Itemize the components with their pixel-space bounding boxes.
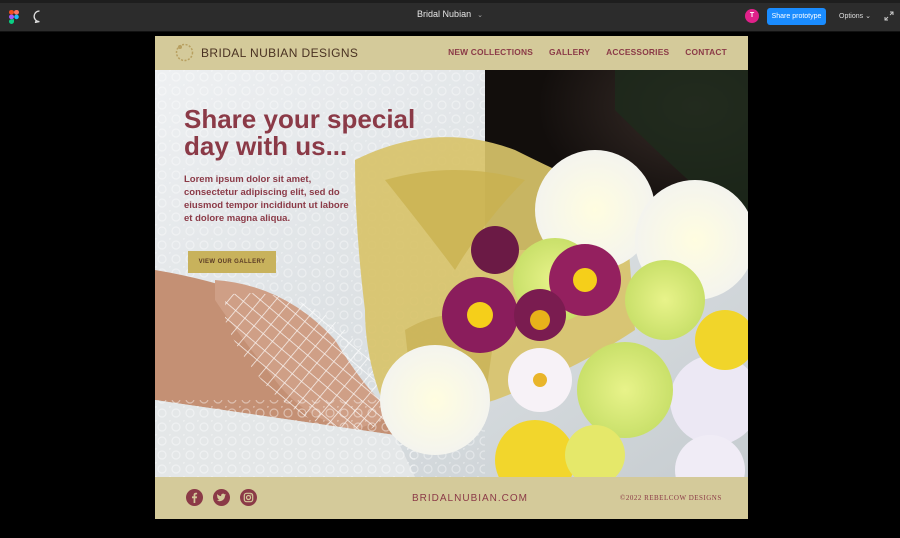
view-gallery-button[interactable]: VIEW OUR GALLERY xyxy=(188,251,276,273)
nav-gallery[interactable]: GALLERY xyxy=(549,47,590,57)
document-title-text: Bridal Nubian xyxy=(417,9,472,19)
options-label: Options xyxy=(839,13,864,20)
hero-body: Lorem ipsum dolor sit amet, consectetur … xyxy=(184,174,349,224)
tab-strip xyxy=(0,0,900,3)
copyright-text: ©2022 REBELCOW DESIGNS xyxy=(620,494,722,502)
hero-headline: Share your special day with us... xyxy=(184,104,416,161)
figma-toolbar: Bridal Nubian ⌄ T Share prototype Options… xyxy=(0,0,900,32)
site-brand[interactable]: BRIDAL NUBIAN DESIGNS xyxy=(201,46,358,60)
logo-wreath-icon[interactable] xyxy=(174,42,195,63)
main-nav: NEW COLLECTIONS GALLERY ACCESSORIES CONT… xyxy=(448,47,727,57)
chevron-down-icon: ⌄ xyxy=(865,13,871,20)
facebook-icon[interactable] xyxy=(186,489,203,506)
twitter-icon[interactable] xyxy=(213,489,230,506)
expand-icon[interactable] xyxy=(884,11,894,21)
share-prototype-button[interactable]: Share prototype xyxy=(767,8,826,25)
avatar[interactable]: T xyxy=(745,9,759,23)
nav-accessories[interactable]: ACCESSORIES xyxy=(606,47,669,57)
site-url[interactable]: BRIDALNUBIAN.COM xyxy=(412,493,528,504)
nav-contact[interactable]: CONTACT xyxy=(685,47,727,57)
prototype-frame: BRIDAL NUBIAN DESIGNS NEW COLLECTIONS GA… xyxy=(155,36,748,519)
nav-new-collections[interactable]: NEW COLLECTIONS xyxy=(448,47,533,57)
options-menu[interactable]: Options ⌄ xyxy=(839,12,871,20)
chevron-down-icon: ⌄ xyxy=(477,12,483,19)
site-footer: BRIDALNUBIAN.COM ©2022 REBELCOW DESIGNS xyxy=(155,477,748,519)
site-header: BRIDAL NUBIAN DESIGNS NEW COLLECTIONS GA… xyxy=(155,36,748,70)
instagram-icon[interactable] xyxy=(240,489,257,506)
document-title[interactable]: Bridal Nubian ⌄ xyxy=(0,9,900,19)
